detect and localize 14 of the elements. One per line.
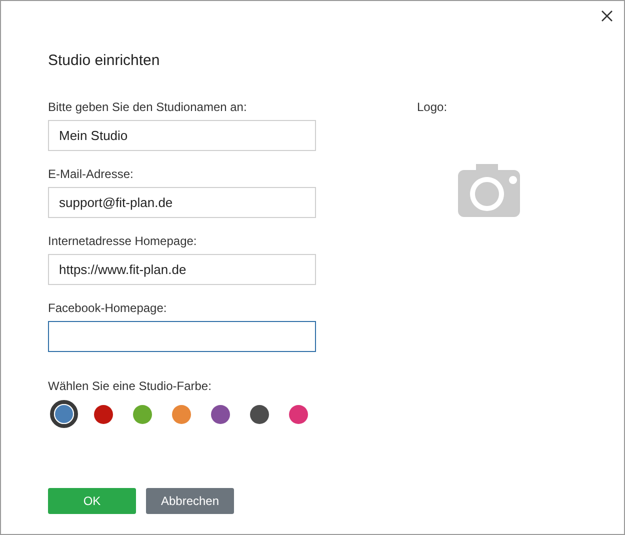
input-field[interactable]: Mein Studio — [48, 120, 316, 151]
color-label: Wählen Sie eine Studio-Farbe: — [48, 379, 212, 393]
cancel-button[interactable]: Abbrechen — [146, 488, 234, 514]
input-field[interactable] — [48, 321, 316, 352]
field-label: Internetadresse Homepage: — [48, 234, 197, 248]
input-field[interactable]: https://www.fit-plan.de — [48, 254, 316, 285]
color-swatch[interactable] — [50, 400, 78, 428]
field-label: E-Mail-Adresse: — [48, 167, 134, 181]
close-icon[interactable] — [600, 9, 614, 23]
logo-label: Logo: — [417, 100, 448, 114]
dialog-title: Studio einrichten — [48, 51, 160, 71]
input-field[interactable]: support@fit-plan.de — [48, 187, 316, 218]
field-label: Facebook-Homepage: — [48, 301, 167, 315]
field-label: Bitte geben Sie den Studionamen an: — [48, 100, 247, 114]
